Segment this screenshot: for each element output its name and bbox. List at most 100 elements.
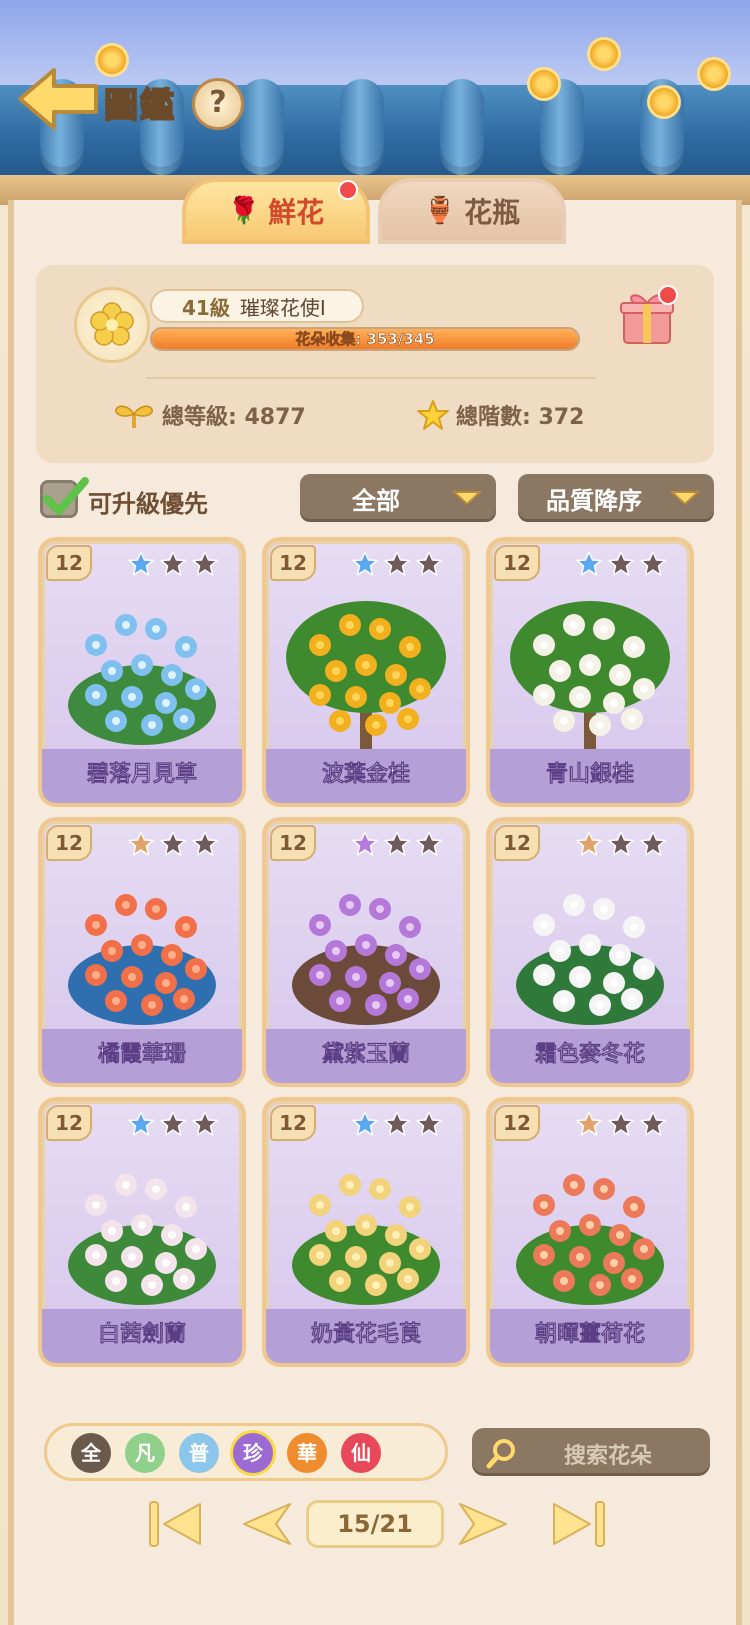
- star-filled-icon: [128, 1111, 154, 1141]
- star-empty-icon: [160, 831, 186, 861]
- card-star-rating: [352, 831, 442, 861]
- blossom-decoration: [590, 40, 618, 68]
- star-empty-icon: [160, 1111, 186, 1141]
- star-empty-icon: [576, 831, 602, 861]
- total-stage-stat: 總階數: 372: [416, 399, 584, 431]
- search-icon: [486, 1439, 515, 1469]
- search-flowers-button[interactable]: 搜索花朵: [472, 1428, 710, 1476]
- page-indicator: 15/21: [306, 1500, 444, 1548]
- star-empty-icon: [192, 1111, 218, 1141]
- flower-card[interactable]: 12 霜色麥冬花: [486, 817, 694, 1087]
- rarity-filter-chip[interactable]: 凡: [125, 1433, 165, 1473]
- card-star-rating: [576, 831, 666, 861]
- blossom-decoration: [700, 60, 728, 88]
- upgrade-priority-label[interactable]: 可升級優先: [88, 484, 208, 519]
- tab-vases[interactable]: 🏺 花瓶: [378, 178, 566, 244]
- flower-card[interactable]: 12 奶黃花毛茛: [262, 1097, 470, 1367]
- star-filled-icon: [576, 551, 602, 581]
- notification-dot: [338, 180, 358, 200]
- chevron-down-icon: [452, 491, 482, 506]
- previous-page-button[interactable]: [236, 1498, 296, 1550]
- flower-card[interactable]: 12 碧落月見草: [38, 537, 246, 807]
- flower-card[interactable]: 12 青山銀桂: [486, 537, 694, 807]
- star-empty-icon: [384, 1111, 410, 1141]
- star-filled-icon: [352, 1111, 378, 1141]
- card-star-rating: [352, 1111, 442, 1141]
- level-label: 41級: [182, 295, 230, 320]
- last-page-button[interactable]: [548, 1498, 608, 1550]
- card-level-badge: 12: [270, 1105, 316, 1141]
- search-placeholder: 搜索花朵: [564, 1444, 653, 1469]
- card-level-badge: 12: [46, 1105, 92, 1141]
- sort-dropdown[interactable]: 品質降序: [518, 474, 714, 522]
- star-filled-icon: [128, 551, 154, 581]
- star-empty-icon: [640, 551, 666, 581]
- star-empty-icon: [640, 1111, 666, 1141]
- card-level-badge: 12: [494, 1105, 540, 1141]
- coral-plant-icon: [56, 865, 228, 1033]
- tab-flowers[interactable]: 🌹 鮮花: [182, 178, 370, 244]
- checkmark-icon: [43, 477, 89, 515]
- star-empty-icon: [576, 1111, 602, 1141]
- card-level-badge: 12: [270, 545, 316, 581]
- star-filled-icon: [352, 831, 378, 861]
- flower-card[interactable]: 12 波葉金桂: [262, 537, 470, 807]
- card-flower-name: 白茜劍蘭: [42, 1309, 242, 1363]
- star-icon: [417, 400, 449, 430]
- red-curcuma-icon: [504, 1145, 676, 1313]
- star-empty-icon: [192, 551, 218, 581]
- rarity-filter-chip[interactable]: 珍: [233, 1433, 273, 1473]
- rarity-filter-chip[interactable]: 全: [71, 1433, 111, 1473]
- flower-card[interactable]: 12 白茜劍蘭: [38, 1097, 246, 1367]
- flower-card[interactable]: 12 黛紫玉蘭: [262, 817, 470, 1087]
- tab-label: 花瓶: [464, 196, 521, 229]
- white-lilyturf-icon: [504, 865, 676, 1033]
- card-flower-name: 黛紫玉蘭: [266, 1029, 466, 1083]
- rarity-filter-chip[interactable]: 仙: [341, 1433, 381, 1473]
- yellow-ranunculus-icon: [280, 1145, 452, 1313]
- rarity-filter-chip[interactable]: 普: [179, 1433, 219, 1473]
- flower-emblem-icon: [74, 287, 150, 363]
- card-star-rating: [128, 831, 218, 861]
- golden-osmanthus-tree-icon: [280, 585, 452, 753]
- star-empty-icon: [192, 831, 218, 861]
- card-flower-name: 橘霞華珊: [42, 1029, 242, 1083]
- next-page-button[interactable]: [454, 1498, 514, 1550]
- rank-title: 璀璨花使I: [239, 295, 326, 320]
- collection-text: 花朵收集: 353/345: [295, 330, 435, 349]
- sort-label: 品質降序: [546, 486, 642, 515]
- panel-divider: [146, 377, 596, 379]
- category-dropdown[interactable]: 全部: [300, 474, 496, 522]
- star-empty-icon: [640, 831, 666, 861]
- total-level-stat: 總等級: 4877: [112, 399, 306, 431]
- upgrade-priority-checkbox[interactable]: [40, 477, 89, 518]
- tab-label: 鮮花: [268, 196, 325, 229]
- card-level-badge: 12: [494, 825, 540, 861]
- flower-card[interactable]: 12 朝暉薑荷花: [486, 1097, 694, 1367]
- help-button[interactable]: ?: [192, 78, 244, 130]
- star-empty-icon: [128, 831, 154, 861]
- rose-icon: 🌹: [227, 196, 261, 226]
- card-level-badge: 12: [46, 545, 92, 581]
- category-label: 全部: [352, 486, 400, 515]
- page-title: 圖鑑: [103, 85, 176, 127]
- white-gladiolus-icon: [56, 1145, 228, 1313]
- star-empty-icon: [416, 831, 442, 861]
- chevron-down-icon: [670, 491, 700, 506]
- blossom-decoration: [530, 70, 558, 98]
- star-empty-icon: [416, 1111, 442, 1141]
- card-star-rating: [128, 551, 218, 581]
- card-flower-name: 朝暉薑荷花: [490, 1309, 690, 1363]
- back-button[interactable]: [16, 66, 102, 132]
- rarity-filter-chip[interactable]: 華: [287, 1433, 327, 1473]
- first-page-button[interactable]: [146, 1498, 206, 1550]
- collection-stats-panel: 41級 璀璨花使I 花朵收集: 353/345 總等級: 4877 總階數: 3…: [36, 265, 714, 463]
- card-flower-name: 波葉金桂: [266, 749, 466, 803]
- gift-box-button[interactable]: [618, 285, 678, 347]
- vase-icon: 🏺: [423, 196, 457, 226]
- notification-dot: [658, 285, 678, 305]
- purple-magnolia-icon: [280, 865, 452, 1033]
- flower-card[interactable]: 12 橘霞華珊: [38, 817, 246, 1087]
- back-arrow-icon: [18, 68, 98, 130]
- blossom-decoration: [98, 46, 126, 74]
